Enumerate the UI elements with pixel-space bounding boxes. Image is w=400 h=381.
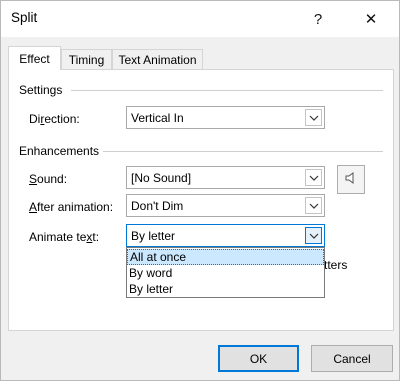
dialog-title: Split bbox=[11, 10, 38, 25]
direction-select[interactable]: Vertical In bbox=[126, 106, 325, 129]
tab-effect-label: Effect bbox=[19, 51, 50, 66]
tab-timing-label: Timing bbox=[68, 52, 105, 67]
sound-value: [No Sound] bbox=[131, 171, 192, 185]
option-by-word[interactable]: By word bbox=[127, 265, 324, 281]
animate-text-dropdown-list: All at once By word By letter bbox=[126, 247, 325, 298]
enhancements-divider bbox=[103, 151, 383, 152]
sound-select[interactable]: [No Sound] bbox=[126, 166, 325, 189]
settings-divider bbox=[71, 90, 383, 91]
partially-hidden-text: tters bbox=[324, 258, 348, 272]
question-mark-icon: ? bbox=[313, 10, 323, 28]
option-by-letter[interactable]: By letter bbox=[127, 281, 324, 297]
chevron-down-icon bbox=[305, 227, 322, 244]
close-button[interactable]: ✕ bbox=[357, 5, 385, 33]
split-dialog: Split ? ✕ Effect Timing Text Animation S… bbox=[0, 0, 400, 381]
ok-button[interactable]: OK bbox=[218, 345, 299, 372]
close-icon: ✕ bbox=[364, 11, 378, 28]
cancel-button-label: Cancel bbox=[333, 351, 371, 366]
animate-text-label: Animate text: bbox=[29, 230, 100, 244]
tab-effect[interactable]: Effect bbox=[8, 46, 61, 70]
animate-text-select[interactable]: By letter bbox=[126, 224, 325, 247]
tab-text-animation-label: Text Animation bbox=[118, 52, 197, 67]
sound-volume-button[interactable] bbox=[337, 165, 365, 194]
settings-group-label: Settings bbox=[19, 83, 63, 97]
enhancements-group-label: Enhancements bbox=[19, 144, 100, 158]
ok-button-label: OK bbox=[249, 351, 268, 366]
tab-text-animation[interactable]: Text Animation bbox=[112, 49, 203, 69]
chevron-down-icon bbox=[305, 169, 322, 186]
speaker-icon bbox=[344, 171, 358, 188]
cancel-button[interactable]: Cancel bbox=[311, 345, 393, 372]
after-animation-select[interactable]: Don't Dim bbox=[126, 194, 325, 217]
direction-label: Direction: bbox=[29, 112, 80, 126]
title-bar: Split ? ✕ bbox=[1, 1, 399, 37]
after-animation-value: Don't Dim bbox=[131, 199, 184, 213]
help-button[interactable]: ? bbox=[304, 5, 332, 33]
after-animation-label: After animation: bbox=[29, 200, 114, 214]
direction-value: Vertical In bbox=[131, 111, 184, 125]
animate-text-value: By letter bbox=[131, 229, 176, 243]
option-all-at-once[interactable]: All at once bbox=[127, 249, 324, 265]
chevron-down-icon bbox=[305, 109, 322, 126]
tab-timing[interactable]: Timing bbox=[61, 49, 112, 69]
sound-label: Sound: bbox=[29, 172, 68, 186]
chevron-down-icon bbox=[305, 197, 322, 214]
